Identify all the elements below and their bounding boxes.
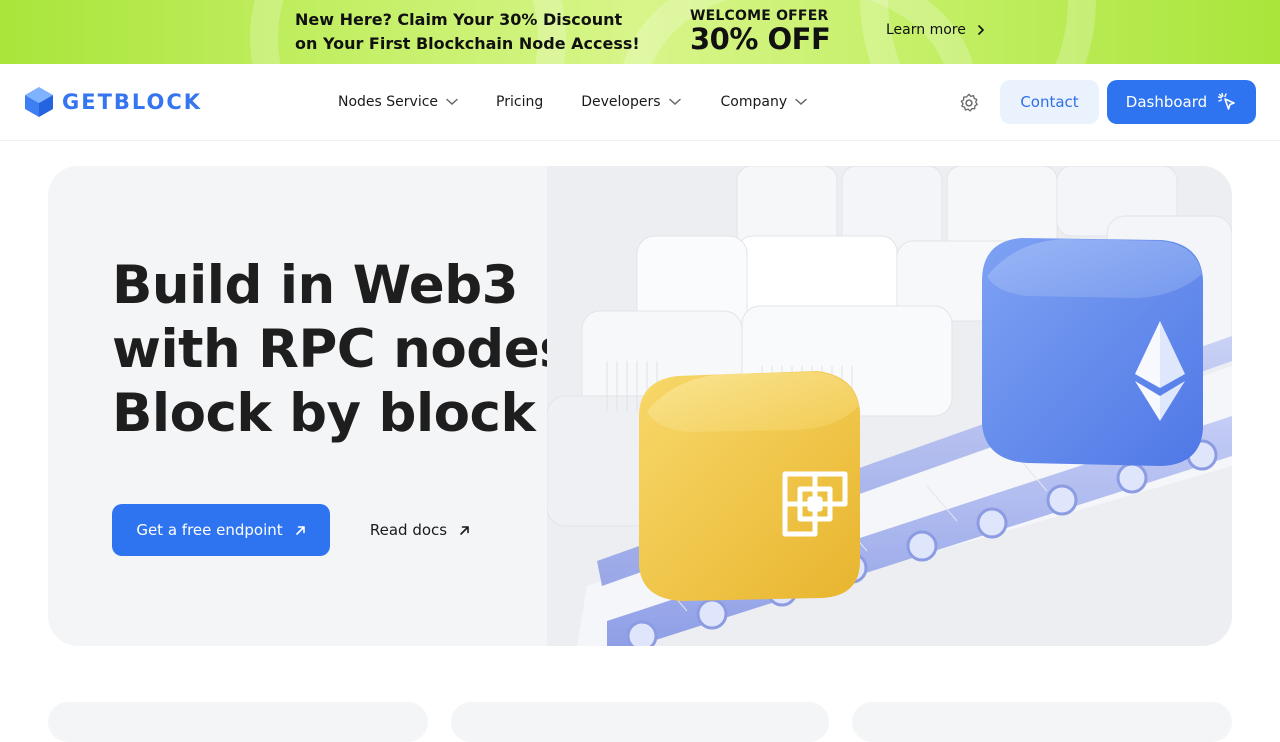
hero-title-line: with RPC nodes.	[112, 319, 590, 380]
nav-pricing[interactable]: Pricing	[496, 94, 543, 110]
logo[interactable]: GETBLOCK	[24, 86, 202, 118]
main-nav: Nodes Service Pricing Developers Company	[338, 64, 807, 140]
nav-nodes-service[interactable]: Nodes Service	[338, 94, 458, 110]
nav-label: Developers	[581, 94, 661, 110]
chevron-right-icon	[978, 25, 984, 35]
learn-more-link[interactable]: Learn more	[886, 22, 986, 38]
contact-button[interactable]: Contact	[1000, 80, 1099, 124]
ethereum-cube-icon	[982, 238, 1203, 466]
hero-title: Build in Web3 with RPC nodes. Block by b…	[112, 254, 592, 446]
read-docs-label: Read docs	[369, 521, 448, 539]
logo-text: GETBLOCK	[62, 90, 203, 114]
nav-label: Pricing	[496, 94, 544, 110]
dashboard-label: Dashboard	[1125, 93, 1208, 111]
contact-label: Contact	[1020, 93, 1079, 111]
arrow-up-right-icon	[460, 525, 469, 535]
get-free-endpoint-button[interactable]: Get a free endpoint	[112, 504, 330, 556]
promo-line-1: New Here? Claim Your 30% Discount	[295, 10, 623, 29]
settings-gear-icon[interactable]	[958, 92, 980, 114]
chevron-down-icon	[446, 98, 458, 106]
hero-section: Build in Web3 with RPC nodes. Block by b…	[48, 166, 1232, 646]
bnb-cube-icon	[639, 371, 860, 601]
nav-developers[interactable]: Developers	[581, 94, 681, 110]
nav-label: Company	[720, 94, 788, 110]
learn-more-label: Learn more	[886, 22, 966, 38]
arrow-up-right-icon	[295, 525, 305, 535]
feature-card	[852, 702, 1232, 742]
dashboard-button[interactable]: Dashboard	[1107, 80, 1256, 124]
hero-title-line: Block by block	[112, 383, 536, 444]
chevron-down-icon	[795, 98, 807, 106]
nav-company[interactable]: Company	[721, 94, 808, 110]
site-header: GETBLOCK Nodes Service Pricing Developer…	[0, 64, 1280, 141]
promo-message: New Here? Claim Your 30% Discount on You…	[295, 8, 675, 56]
hero-title-line: Build in Web3	[112, 255, 519, 316]
nav-label: Nodes Service	[338, 94, 439, 110]
promo-offer-value: 30% OFF	[690, 22, 831, 56]
promo-banner: New Here? Claim Your 30% Discount on You…	[0, 0, 1280, 64]
feature-card	[451, 702, 829, 742]
promo-line-2: on Your First Blockchain Node Access!	[295, 34, 640, 53]
promo-offer: WELCOME OFFER 30% OFF	[690, 8, 840, 54]
hero-illustration	[547, 166, 1232, 646]
read-docs-button[interactable]: Read docs	[346, 504, 494, 556]
cursor-click-icon	[1217, 92, 1235, 110]
feature-card	[48, 702, 428, 742]
get-free-endpoint-label: Get a free endpoint	[136, 521, 283, 539]
chevron-down-icon	[668, 98, 681, 106]
logo-cube-icon	[25, 87, 53, 117]
